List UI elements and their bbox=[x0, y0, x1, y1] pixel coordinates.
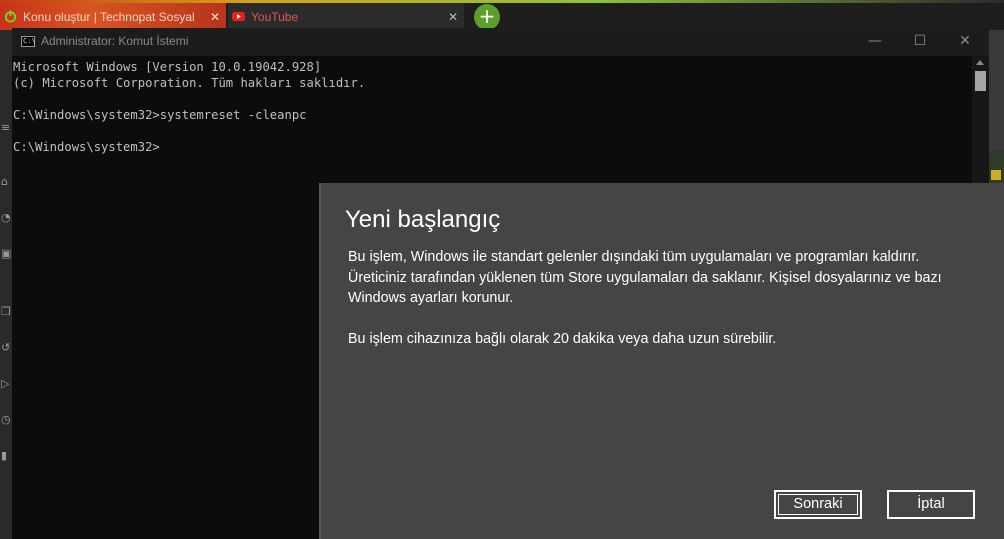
content-thumbnail-accent bbox=[991, 170, 1001, 180]
console-app-icon-text: C:\ bbox=[23, 37, 36, 45]
bag-icon[interactable]: ▣ bbox=[1, 248, 12, 259]
close-tab-icon[interactable]: ✕ bbox=[442, 10, 464, 24]
close-window-button[interactable]: ✕ bbox=[942, 28, 988, 56]
pages-icon[interactable]: ❐ bbox=[1, 306, 12, 317]
window-title: Administrator: Komut İstemi bbox=[41, 34, 189, 48]
maximize-button[interactable]: ☐ bbox=[897, 28, 943, 56]
dialog-title: Yeni başlangıç bbox=[345, 206, 501, 233]
youtube-icon bbox=[232, 11, 245, 22]
next-button[interactable]: Sonraki bbox=[774, 490, 862, 519]
console-output[interactable]: Microsoft Windows [Version 10.0.19042.92… bbox=[13, 59, 968, 155]
scrollbar-thumb[interactable] bbox=[975, 71, 986, 91]
close-tab-icon[interactable]: ✕ bbox=[204, 10, 226, 24]
cancel-button[interactable]: İptal bbox=[887, 490, 975, 519]
scroll-up-arrow-icon[interactable] bbox=[976, 60, 984, 65]
browser-sidebar: ≡ ⌂ ◔ ▣ ❐ ↺ ▷ ◷ ▮ bbox=[0, 30, 12, 539]
fresh-start-dialog: Yeni başlangıç Bu işlem, Windows ile sta… bbox=[321, 183, 1004, 539]
tab-title: YouTube bbox=[251, 9, 299, 24]
browser-tab-technopat[interactable]: Konu oluştur | Technopat Sosyal ✕ bbox=[0, 3, 226, 30]
speed-icon[interactable]: ◔ bbox=[1, 212, 12, 223]
browser-tab-strip: Konu oluştur | Technopat Sosyal ✕ YouTub… bbox=[0, 0, 1004, 30]
console-app-icon: C:\ bbox=[21, 36, 36, 47]
clock-icon[interactable]: ◷ bbox=[1, 414, 12, 425]
dialog-description: Bu işlem, Windows ile standart gelenler … bbox=[348, 249, 942, 306]
video-icon[interactable]: ▷ bbox=[1, 378, 12, 389]
window-titlebar[interactable]: C:\ Administrator: Komut İstemi — ☐ ✕ bbox=[12, 28, 989, 56]
stats-icon[interactable]: ▮ bbox=[1, 450, 12, 461]
new-tab-button[interactable]: + bbox=[474, 4, 500, 30]
dialog-duration-note: Bu işlem cihazınıza bağlı olarak 20 daki… bbox=[348, 331, 777, 347]
home-icon[interactable]: ⌂ bbox=[1, 176, 12, 187]
tab-title: Konu oluştur | Technopat Sosyal bbox=[23, 9, 195, 24]
history-icon[interactable]: ↺ bbox=[1, 342, 12, 353]
minimize-button[interactable]: — bbox=[852, 28, 898, 56]
menu-icon[interactable]: ≡ bbox=[1, 122, 12, 133]
browser-tab-youtube[interactable]: YouTube ✕ bbox=[228, 3, 464, 30]
power-icon bbox=[4, 10, 17, 23]
